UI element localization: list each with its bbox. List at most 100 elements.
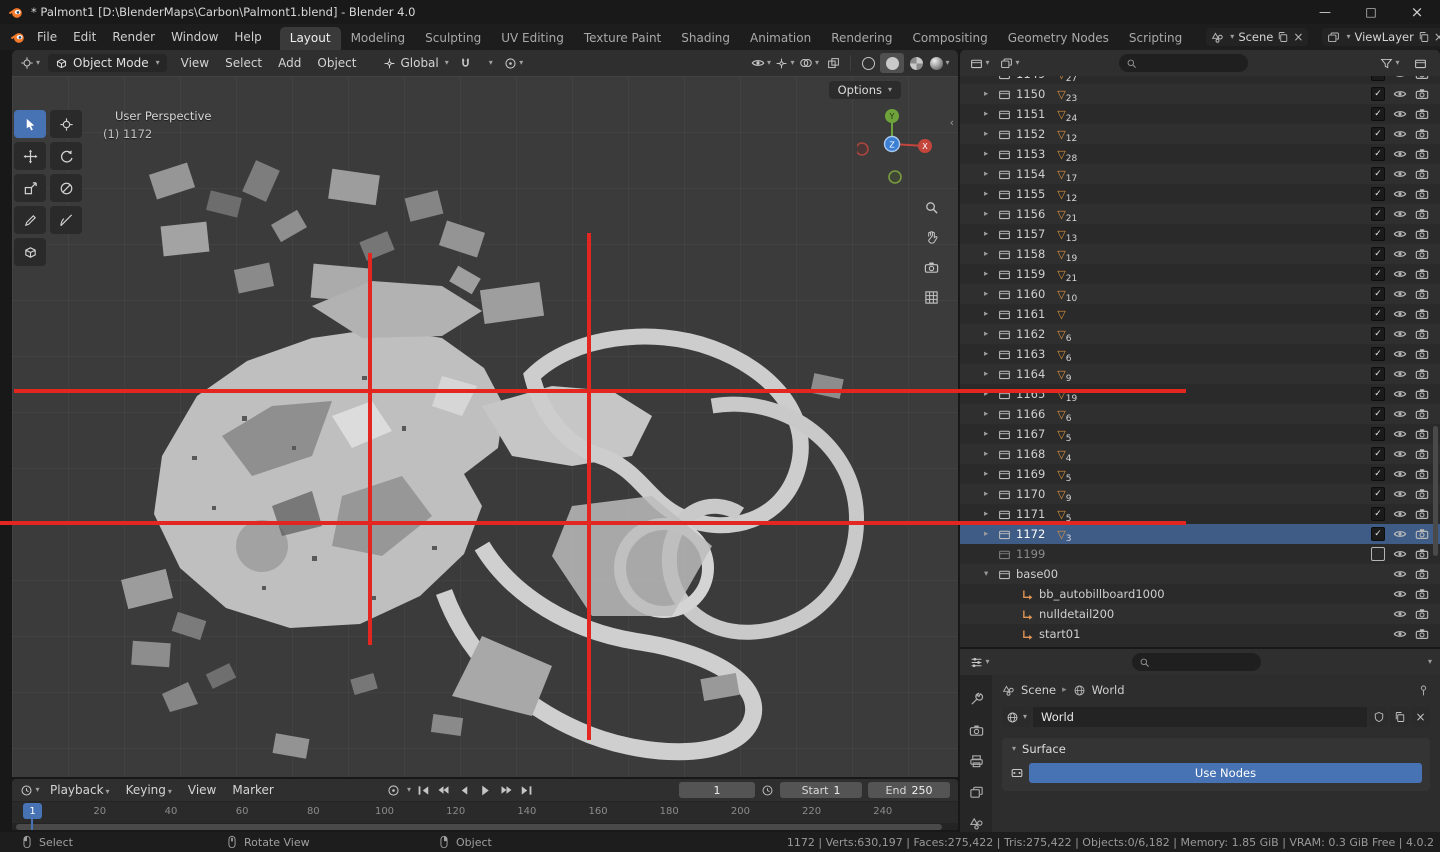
hide-eye-icon[interactable]: [1393, 307, 1407, 321]
camera-visibility-icon[interactable]: [1415, 547, 1429, 561]
camera-visibility-icon[interactable]: [1415, 267, 1429, 281]
camera-visibility-icon[interactable]: [1415, 447, 1429, 461]
exclude-checkbox[interactable]: ✓: [1371, 487, 1385, 501]
filter-button[interactable]: ▾: [1378, 53, 1402, 73]
disclosure-icon[interactable]: ▸: [984, 349, 997, 359]
copy-icon[interactable]: [1277, 31, 1289, 43]
prev-keyframe-button[interactable]: [434, 781, 453, 799]
proportional-edit-toggle[interactable]: ▾: [502, 53, 526, 73]
hide-eye-icon[interactable]: [1393, 207, 1407, 221]
tool-cursor[interactable]: [50, 110, 82, 138]
disclosure-icon[interactable]: ▸: [984, 449, 997, 459]
outliner-search-input[interactable]: [1141, 56, 1241, 71]
exclude-checkbox[interactable]: ✓: [1371, 387, 1385, 401]
camera-visibility-icon[interactable]: [1415, 307, 1429, 321]
disclosure-icon[interactable]: ▸: [984, 229, 997, 239]
disclosure-icon[interactable]: ▸: [984, 249, 997, 259]
disclosure-icon[interactable]: ▸: [984, 189, 997, 199]
outliner-row[interactable]: ▸ 1164 ▽9 ✓: [960, 364, 1440, 384]
disclosure-icon[interactable]: ▸: [984, 169, 997, 179]
disclosure-icon[interactable]: ▸: [984, 529, 997, 539]
menu-playback[interactable]: Playback▾: [42, 783, 118, 797]
camera-visibility-icon[interactable]: [1415, 167, 1429, 181]
maximize-button[interactable]: □: [1348, 0, 1394, 24]
outliner-row[interactable]: bb_autobillboard1000 ▽ ✓: [960, 584, 1440, 604]
play-reverse-button[interactable]: [455, 781, 474, 799]
exclude-checkbox[interactable]: ✓: [1371, 287, 1385, 301]
exclude-checkbox[interactable]: ✓: [1371, 527, 1385, 541]
outliner-row[interactable]: ▸ 1168 ▽4 ✓: [960, 444, 1440, 464]
view-layer-selector[interactable]: ▾ ViewLayer ×: [1322, 28, 1440, 46]
tool-measure[interactable]: [50, 206, 82, 234]
outliner-row[interactable]: ▸ 1158 ▽19 ✓: [960, 244, 1440, 264]
hide-eye-icon[interactable]: [1393, 607, 1407, 621]
next-keyframe-button[interactable]: [497, 781, 516, 799]
current-frame-field[interactable]: 1: [679, 782, 755, 798]
transform-orientation-dropdown[interactable]: Global ▾: [378, 56, 453, 70]
tab-render[interactable]: [965, 722, 987, 740]
camera-visibility-icon[interactable]: [1415, 507, 1429, 521]
hide-eye-icon[interactable]: [1393, 347, 1407, 361]
editor-type-button[interactable]: ▾: [18, 53, 42, 73]
hide-eye-icon[interactable]: [1393, 487, 1407, 501]
tab-animation[interactable]: Animation: [740, 27, 821, 50]
disclosure-icon[interactable]: ▸: [984, 309, 997, 319]
copy-icon[interactable]: [1418, 31, 1430, 43]
display-mode-dropdown[interactable]: ▾: [998, 53, 1022, 73]
camera-visibility-icon[interactable]: [1415, 487, 1429, 501]
outliner-row[interactable]: ▸ 1162 ▽6 ✓: [960, 324, 1440, 344]
hide-eye-icon[interactable]: [1393, 267, 1407, 281]
camera-visibility-icon[interactable]: [1415, 567, 1429, 581]
tab-rendering[interactable]: Rendering: [821, 27, 902, 50]
hide-eye-icon[interactable]: [1393, 107, 1407, 121]
tab-layout[interactable]: Layout: [280, 27, 341, 50]
exclude-checkbox[interactable]: ✓: [1371, 107, 1385, 121]
visibility-dropdown[interactable]: ▾: [749, 53, 773, 73]
camera-visibility-icon[interactable]: [1415, 367, 1429, 381]
hide-eye-icon[interactable]: [1393, 127, 1407, 141]
outliner-row[interactable]: ▸ 1163 ▽6 ✓: [960, 344, 1440, 364]
scene-selector[interactable]: ▾ Scene ×: [1206, 28, 1308, 46]
camera-visibility-icon[interactable]: [1415, 387, 1429, 401]
properties-search[interactable]: [1132, 653, 1261, 671]
menu-edit[interactable]: Edit: [65, 30, 104, 44]
exclude-checkbox[interactable]: ✓: [1371, 247, 1385, 261]
tab-modeling[interactable]: Modeling: [341, 27, 416, 50]
hide-eye-icon[interactable]: [1393, 327, 1407, 341]
outliner-search[interactable]: [1119, 54, 1248, 72]
camera-visibility-icon[interactable]: [1415, 627, 1429, 641]
overlays-dropdown[interactable]: ▾: [797, 53, 821, 73]
tool-scale[interactable]: [14, 174, 46, 202]
3d-viewport[interactable]: User Perspective (1) 1172 Options ▾ ‹: [12, 76, 958, 777]
outliner-row[interactable]: ▸ 1166 ▽6 ✓: [960, 404, 1440, 424]
hide-eye-icon[interactable]: [1393, 507, 1407, 521]
outliner-row[interactable]: ▸ 1156 ▽21 ✓: [960, 204, 1440, 224]
hide-eye-icon[interactable]: [1393, 467, 1407, 481]
menu-file[interactable]: File: [29, 30, 65, 44]
outliner-row[interactable]: nulldetail200 ▽ ✓: [960, 604, 1440, 624]
region-collapse-icon[interactable]: ‹: [950, 116, 954, 129]
scene-objects[interactable]: [12, 76, 958, 777]
tool-move[interactable]: [14, 142, 46, 170]
exclude-checkbox[interactable]: ✓: [1371, 447, 1385, 461]
outliner-row[interactable]: ▸ 1159 ▽21 ✓: [960, 264, 1440, 284]
pin-icon[interactable]: [1417, 684, 1430, 697]
outliner-row[interactable]: ▸ 1150 ▽23 ✓: [960, 84, 1440, 104]
disclosure-icon[interactable]: ▸: [984, 369, 997, 379]
world-datablock-dropdown[interactable]: ▾: [1002, 707, 1031, 727]
disclosure-icon[interactable]: ▸: [984, 76, 997, 79]
minimize-button[interactable]: —: [1302, 0, 1348, 24]
gizmos-dropdown[interactable]: ▾: [773, 53, 797, 73]
snap-toggle[interactable]: [454, 53, 478, 73]
outliner-row[interactable]: start01 ▽ ✓: [960, 624, 1440, 644]
hide-eye-icon[interactable]: [1393, 287, 1407, 301]
tool-transform[interactable]: [50, 174, 82, 202]
camera-visibility-icon[interactable]: [1415, 407, 1429, 421]
camera-visibility-icon[interactable]: [1415, 76, 1429, 81]
disclosure-icon[interactable]: ▸: [984, 149, 997, 159]
hide-eye-icon[interactable]: [1393, 247, 1407, 261]
hide-eye-icon[interactable]: [1393, 76, 1407, 81]
exclude-checkbox[interactable]: [1371, 547, 1385, 561]
exclude-checkbox[interactable]: ✓: [1371, 327, 1385, 341]
disclosure-icon[interactable]: ▸: [984, 509, 997, 519]
